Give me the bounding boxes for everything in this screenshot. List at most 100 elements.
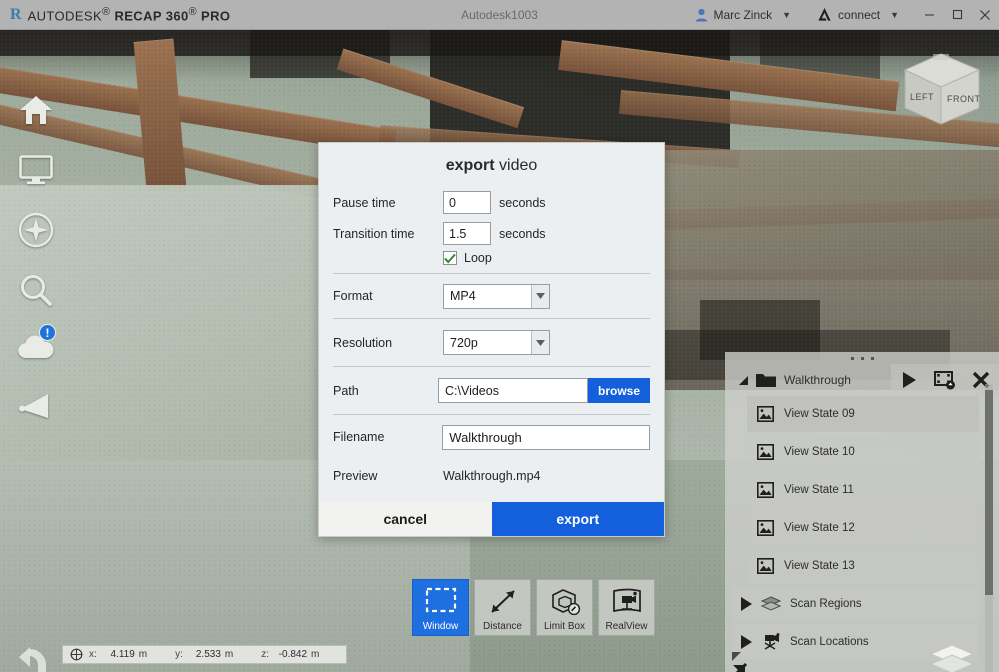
view-cube-face-left[interactable]: LEFT [910,92,934,102]
list-item[interactable]: View State 09 [747,396,979,432]
layers-button[interactable] [929,643,975,672]
point-cloud-viewport[interactable]: ! LEFT FRONT x: 4.119 m y: 2.533 m z: -0… [0,30,999,672]
view-state-image-icon [757,558,774,574]
user-account-menu[interactable]: Marc Zinck [695,8,772,22]
expand-panel-button[interactable] [731,651,759,672]
distance-icon [490,590,515,613]
list-item[interactable]: View State 13 [747,548,979,584]
chevron-glyph [536,293,545,299]
back-button[interactable] [16,645,54,672]
coordinate-y-unit: m [224,649,234,660]
walkthrough-view-state-list: View State 09 View State 10 View State 1… [725,396,999,672]
close-button[interactable] [971,0,999,30]
format-select[interactable]: MP4 [443,283,550,309]
walkthrough-scrollbar[interactable] [985,384,993,672]
transition-time-unit: seconds [499,226,546,241]
list-item-label: View State 13 [784,560,855,572]
sidebar-item-home[interactable] [12,86,60,134]
walkthrough-title: Walkthrough [784,373,851,387]
loop-checkbox[interactable] [443,251,457,265]
browse-button[interactable]: browse [587,378,650,403]
collapse-triangle-icon[interactable] [739,375,748,385]
transition-time-row: Transition time seconds [319,218,664,249]
brand-recap360: RECAP 360 [114,8,189,24]
list-item[interactable]: View State 11 [747,472,979,508]
grip-dot [860,356,864,360]
dialog-title-light: video [499,157,538,174]
view-cube-face-front[interactable]: FRONT [947,94,981,104]
group-label: Scan Locations [790,636,869,648]
walkthrough-panel-header: Walkthrough [725,364,999,396]
resolution-select[interactable]: 720p [443,330,550,355]
group-label: Scan Regions [790,598,862,610]
tool-realview[interactable]: RealView [598,579,655,636]
chevron-down-icon[interactable] [531,284,549,308]
tool-limit-box[interactable]: Limit Box [536,579,593,636]
panel-drag-handle[interactable] [725,352,999,364]
transition-time-field: seconds [443,222,546,245]
filename-input[interactable] [442,424,650,450]
transition-time-input[interactable] [443,222,491,245]
view-cube[interactable]: LEFT FRONT [895,42,987,134]
autodesk-logo-icon: R [10,5,22,23]
list-item-label: View State 11 [784,484,854,496]
coordinate-x-unit: m [138,649,148,660]
path-input[interactable] [437,378,588,403]
tool-distance[interactable]: Distance [474,579,531,636]
pause-time-unit: seconds [499,195,546,210]
expand-triangle-icon[interactable] [741,635,752,649]
compass-icon [18,212,54,248]
realview-icon [612,588,641,613]
list-item-label: View State 10 [784,446,855,458]
sidebar-item-cloud[interactable]: ! [12,322,60,370]
cancel-button[interactable]: cancel [319,502,492,536]
resolution-value: 720p [450,335,478,350]
tool-window[interactable]: Window [412,579,469,636]
user-menu-chevron-down-icon[interactable]: ▼ [782,10,791,20]
walkthrough-export-video-button[interactable] [927,364,963,396]
preview-row: Preview Walkthrough.mp4 [319,459,664,493]
home-icon [20,96,52,124]
maximize-icon [952,9,962,20]
connect-menu[interactable]: connect [817,7,880,22]
sidebar-item-feedback[interactable] [12,382,60,430]
preview-value: Walkthrough.mp4 [443,469,541,483]
walkthrough-close-button[interactable] [963,364,999,396]
scrollbar-thumb[interactable] [985,390,993,595]
list-item[interactable]: View State 12 [747,510,979,546]
walkthrough-play-button[interactable] [891,364,927,396]
scanner-icon [764,633,780,650]
group-scan-regions[interactable]: Scan Regions [733,586,979,622]
close-icon [980,9,990,20]
coordinate-z: z: -0.842 m [261,649,319,660]
pause-time-label: Pause time [333,195,396,210]
list-item-label: View State 12 [784,522,855,534]
coordinate-y: y: 2.533 m [175,649,233,660]
loop-row: Loop [319,249,664,273]
maximize-button[interactable] [943,0,971,30]
tool-distance-label: Distance [483,621,522,632]
folder-icon [756,372,776,388]
cloud-alert-badge: ! [39,324,56,341]
sidebar-item-display[interactable] [12,146,60,194]
dialog-title-bold: export [445,157,495,174]
view-cube-icon [903,53,981,125]
chevron-down-icon[interactable] [531,331,549,354]
loop-label: Loop [464,251,492,265]
minimize-button[interactable] [915,0,943,30]
expand-triangle-icon[interactable] [741,597,752,611]
connect-menu-chevron-down-icon[interactable]: ▼ [890,10,899,20]
export-button[interactable]: export [491,502,664,536]
sidebar-item-search[interactable] [12,266,60,314]
view-state-image-icon [757,520,774,536]
chevron-glyph [536,339,545,346]
pause-time-row: Pause time seconds [319,187,664,218]
left-toolbar: ! [0,60,72,672]
megaphone-icon [19,394,48,418]
resolution-row: Resolution 720p [319,319,664,366]
sidebar-item-navigation[interactable] [12,206,60,254]
format-row: Format MP4 [319,274,664,318]
filename-row: Filename [319,415,664,459]
pause-time-input[interactable] [443,191,491,214]
list-item[interactable]: View State 10 [747,434,979,470]
